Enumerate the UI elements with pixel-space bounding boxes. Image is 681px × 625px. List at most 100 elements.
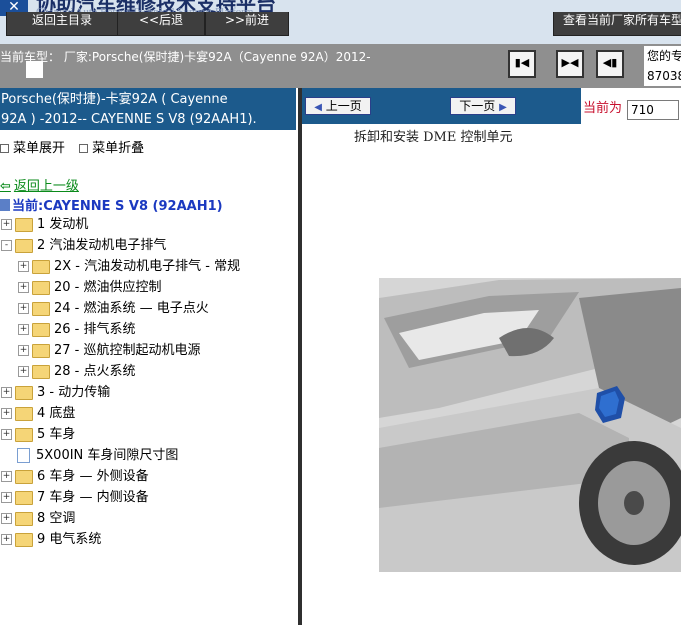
page-indicator: 当前为 xyxy=(581,88,681,124)
expand-icon[interactable]: + xyxy=(1,219,12,230)
tree-item-label: 6 车身 — 外侧设备 xyxy=(37,469,149,484)
back-button[interactable]: <<后退 xyxy=(117,12,205,36)
tree-folder-item[interactable]: +24 - 燃油系统 — 电子点火 xyxy=(18,299,209,319)
expand-menu-icon xyxy=(0,143,9,153)
page-nav-bar: ◀ 上一页 下一页 ▶ 当前为 xyxy=(302,88,681,124)
tree-item-label: 24 - 燃油系统 — 电子点火 xyxy=(54,301,209,316)
vehicle-info-bar: 当前车型： 厂家:Porsche(保时捷)卡宴92A（Cayenne 92A）2… xyxy=(0,44,681,88)
tree-item-label: 2 汽油发动机电子排气 xyxy=(37,238,167,253)
expand-icon[interactable]: + xyxy=(1,534,12,545)
tree-folder-item[interactable]: +9 电气系统 xyxy=(1,530,101,550)
expand-icon[interactable]: + xyxy=(1,429,12,440)
vehicle-illustration-graphic xyxy=(379,278,681,572)
folder-icon xyxy=(32,343,50,358)
expand-icon[interactable]: + xyxy=(18,261,29,272)
folder-icon xyxy=(32,322,50,337)
tree-folder-item[interactable]: +8 空调 xyxy=(1,509,75,529)
welcome-line-2: 87038 xyxy=(647,69,681,83)
current-node: 当前:CAYENNE S V8 (92AAH1) xyxy=(0,195,223,214)
document-title: 拆卸和安装 DME 控制单元 xyxy=(354,130,513,145)
back-arrow-icon: ⇦ xyxy=(0,179,11,194)
tree-folder-item[interactable]: +7 车身 — 内侧设备 xyxy=(1,488,149,508)
vehicle-checkbox[interactable] xyxy=(26,61,43,78)
tree-folder-item[interactable]: +3 - 动力传输 xyxy=(1,383,110,403)
prev-arrow-icon: ◀ xyxy=(314,102,322,113)
tree-item-label: 26 - 排气系统 xyxy=(54,322,136,337)
last-page-icon[interactable]: ◀▮ xyxy=(596,50,624,78)
expand-menu-link[interactable]: 菜单展开 xyxy=(13,141,65,156)
expand-icon[interactable]: + xyxy=(18,303,29,314)
prev-page-label: 上一页 xyxy=(325,99,362,113)
tree-item-label: 20 - 燃油供应控制 xyxy=(54,280,162,295)
expand-icon[interactable]: + xyxy=(18,345,29,356)
tree-item-label: 2X - 汽油发动机电子排气 - 常规 xyxy=(54,259,241,274)
folder-icon xyxy=(32,259,50,274)
tree-folder-item[interactable]: +2X - 汽油发动机电子排气 - 常规 xyxy=(18,257,240,277)
document-panel: ◀ 上一页 下一页 ▶ 当前为 拆卸和安装 DME 控制单元 xyxy=(302,88,681,625)
tree-folder-item[interactable]: +6 车身 — 外侧设备 xyxy=(1,467,149,487)
folder-icon xyxy=(15,217,33,232)
main-menu-button[interactable]: 返回主目录 xyxy=(6,12,118,36)
back-link-label: 返回上一级 xyxy=(13,179,79,194)
tree-document-item[interactable]: 5X00IN 车身间隙尺寸图 xyxy=(1,446,178,466)
collapse-icon[interactable]: - xyxy=(1,240,12,251)
tree-item-label: 5 车身 xyxy=(37,427,76,442)
tree-item-label: 28 - 点火系统 xyxy=(54,364,136,379)
welcome-line-1: 您的专 xyxy=(647,49,681,63)
tree-folder-item[interactable]: +27 - 巡航控制起动机电源 xyxy=(18,341,201,361)
tree-item-label: 7 车身 — 内侧设备 xyxy=(37,490,149,505)
tree-item-label: 1 发动机 xyxy=(37,217,89,232)
expand-icon[interactable]: + xyxy=(18,282,29,293)
forward-button[interactable]: >>前进 xyxy=(205,12,289,36)
folder-icon xyxy=(15,427,33,442)
next-page-button[interactable]: 下一页 ▶ xyxy=(450,97,516,115)
tree-folder-item[interactable]: +5 车身 xyxy=(1,425,75,445)
next-page-label: 下一页 xyxy=(459,99,496,113)
tree-folder-item[interactable]: +28 - 点火系统 xyxy=(18,362,136,382)
expand-icon[interactable]: + xyxy=(18,366,29,377)
vehicle-header-line-1: Porsche(保时捷)-卡宴92A ( Cayenne xyxy=(1,92,228,107)
tree-item-label: 3 - 动力传输 xyxy=(37,385,111,400)
folder-icon xyxy=(32,301,50,316)
tree-folder-item[interactable]: - 2 汽油发动机电子排气 xyxy=(1,236,166,256)
folder-icon xyxy=(15,238,33,253)
vehicle-header: Porsche(保时捷)-卡宴92A ( Cayenne 92A ) -2012… xyxy=(0,88,296,130)
tree-folder-item[interactable]: +1 发动机 xyxy=(1,215,88,235)
collapse-menu-link[interactable]: 菜单折叠 xyxy=(92,141,144,156)
current-page-label: 当前为 xyxy=(583,101,623,116)
vehicle-illustration xyxy=(379,278,681,572)
tree-folder-item[interactable]: +20 - 燃油供应控制 xyxy=(18,278,162,298)
folder-icon xyxy=(15,511,33,526)
folder-icon xyxy=(15,469,33,484)
tree-item-label: 27 - 巡航控制起动机电源 xyxy=(54,343,201,358)
vehicle-value: 厂家:Porsche(保时捷)卡宴92A（Cayenne 92A）2012- xyxy=(63,50,371,64)
tree-item-label: 9 电气系统 xyxy=(37,532,102,547)
split-view-icon[interactable]: ▶◀ xyxy=(556,50,584,78)
tree-folder-item[interactable]: +26 - 排气系统 xyxy=(18,320,136,340)
next-arrow-icon: ▶ xyxy=(499,102,507,113)
expand-icon[interactable]: + xyxy=(1,387,12,398)
current-page-input[interactable] xyxy=(627,100,679,120)
current-node-label: 当前:CAYENNE S V8 (92AAH1) xyxy=(12,199,223,214)
expand-icon[interactable]: + xyxy=(1,471,12,482)
tree-folder-item[interactable]: +4 底盘 xyxy=(1,404,75,424)
document-icon xyxy=(17,448,30,463)
app-header: ✕ 协助汽车维修技术支持平台 Changyi Auto Repair Techn… xyxy=(0,0,681,44)
vehicle-node-icon xyxy=(0,199,10,211)
first-page-icon[interactable]: ▮◀ xyxy=(508,50,536,78)
expand-icon[interactable]: + xyxy=(1,408,12,419)
folder-icon xyxy=(15,406,33,421)
tree-item-label: 8 空调 xyxy=(37,511,76,526)
tree-panel: Porsche(保时捷)-卡宴92A ( Cayenne 92A ) -2012… xyxy=(0,88,299,625)
current-vehicle: 当前车型： 厂家:Porsche(保时捷)卡宴92A（Cayenne 92A）2… xyxy=(0,48,371,65)
expand-icon[interactable]: + xyxy=(1,513,12,524)
back-to-parent-link[interactable]: ⇦ 返回上一级 xyxy=(0,175,79,194)
expand-icon[interactable]: + xyxy=(1,492,12,503)
prev-page-button[interactable]: ◀ 上一页 xyxy=(305,97,371,115)
view-all-models-button[interactable]: 查看当前厂家所有车型 xyxy=(553,12,681,36)
folder-icon xyxy=(15,490,33,505)
tree-item-label: 4 底盘 xyxy=(37,406,76,421)
welcome-message: 您的专 87038 xyxy=(644,46,681,86)
expand-icon[interactable]: + xyxy=(18,324,29,335)
folder-icon xyxy=(32,280,50,295)
